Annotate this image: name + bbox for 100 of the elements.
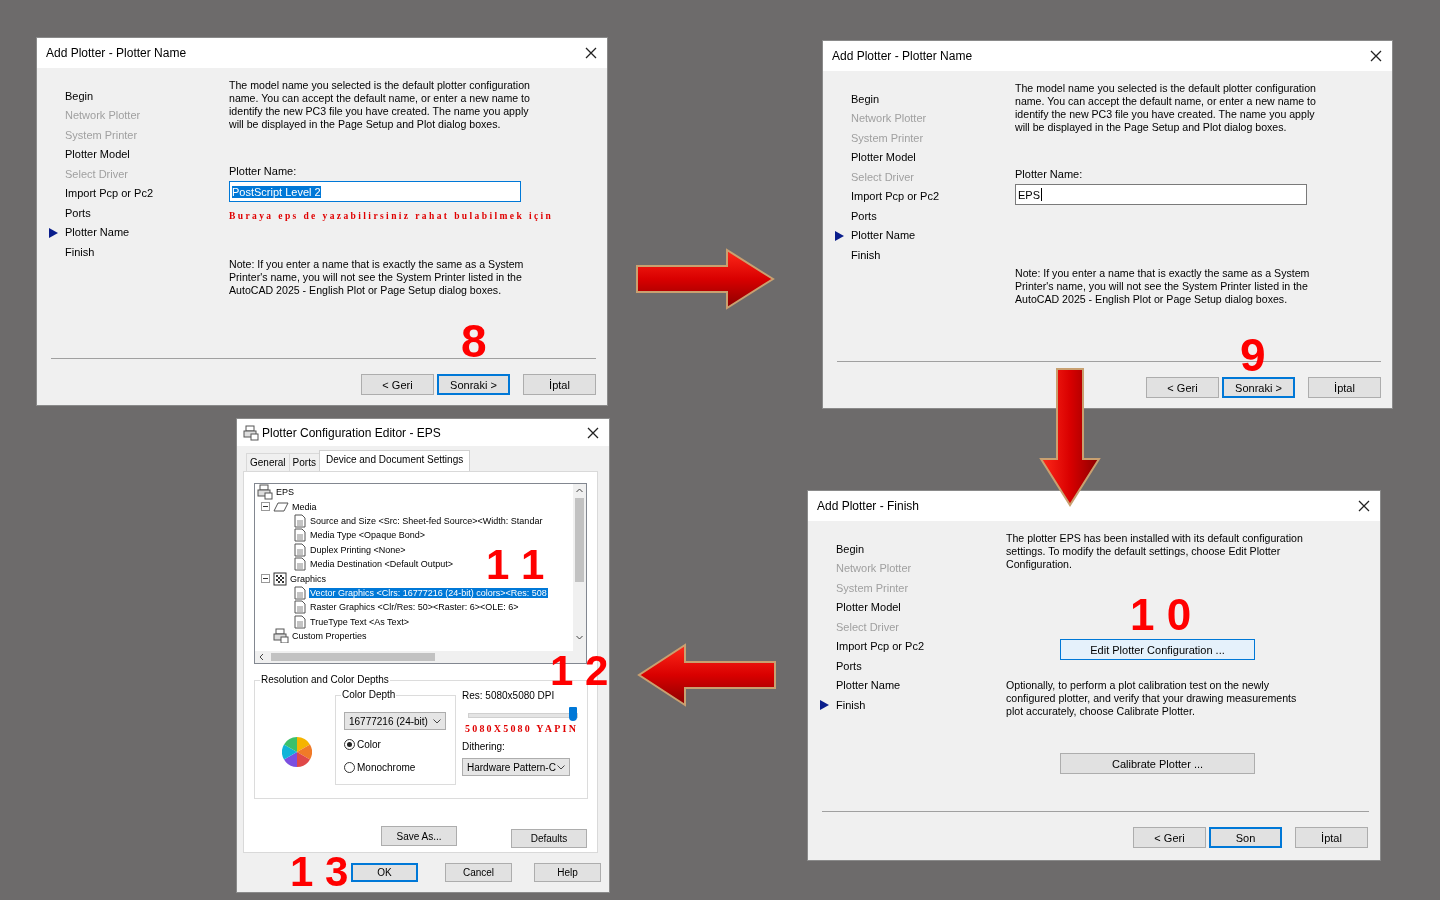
- slider-thumb[interactable]: [568, 707, 577, 721]
- tree-item[interactable]: TrueType Text <As Text>: [309, 616, 410, 627]
- step-label: Plotter Model: [836, 601, 901, 614]
- step-label: Network Plotter: [836, 562, 912, 575]
- dropdown[interactable]: Hardware Pattern-C: [462, 758, 570, 776]
- step-label: Import Pcp or Pc2: [836, 640, 925, 653]
- button[interactable]: < Geri: [1146, 377, 1219, 398]
- tree-item[interactable]: Duplex Printing <None>: [309, 544, 407, 555]
- button[interactable]: Edit Plotter Configuration ...: [1060, 639, 1255, 660]
- annotation-text: Buraya eps de yazabilirsiniz rahat bulabilmek için: [229, 211, 554, 221]
- step-label: Ports: [851, 209, 877, 222]
- button[interactable]: Save As...: [381, 826, 457, 846]
- radio-icon[interactable]: [344, 738, 355, 750]
- parallelogram-icon: [273, 500, 289, 513]
- color-wheel-icon: [282, 737, 312, 767]
- step-label: Import Pcp or Pc2: [65, 187, 154, 200]
- radio-button[interactable]: Color: [344, 737, 455, 751]
- slider[interactable]: [468, 707, 578, 721]
- button[interactable]: < Geri: [1133, 827, 1206, 848]
- radio-button[interactable]: Monochrome: [344, 760, 455, 774]
- tree-item[interactable]: Vector Graphics <Clrs: 16777216 (24-bit) colors><Res: 508: [309, 587, 548, 598]
- button[interactable]: Sonraki >: [437, 374, 510, 395]
- step-number: 1 1: [486, 544, 545, 586]
- button[interactable]: İptal: [1308, 377, 1381, 398]
- step-label: Begin: [851, 92, 880, 105]
- step-label: Network Plotter: [65, 109, 141, 122]
- step-label: Plotter Name: [836, 679, 901, 692]
- page-icon: [293, 513, 307, 528]
- button[interactable]: < Geri: [361, 374, 434, 395]
- description-text: Note: If you enter a name that is exactly the same as a System Printer's name, you will not see the System Printer listed in the AutoCAD 2025 - English Plot or Page Setup dialog boxes.: [1015, 267, 1311, 306]
- group-title: Resolution and Color Depths: [260, 674, 390, 685]
- step-number: 1 3: [290, 851, 349, 893]
- description-text: The model name you selected is the default plotter configuration name. You can accept the default name, or enter a new name to identify the new PC3 file you have created. The name you apply will be displayed in the Page Setup and Plot dialog boxes.: [1015, 82, 1317, 134]
- button[interactable]: Cancel: [445, 863, 512, 882]
- step-number: 8: [461, 318, 487, 364]
- button[interactable]: İptal: [523, 374, 596, 395]
- button[interactable]: İptal: [1295, 827, 1368, 848]
- page-icon: [293, 585, 307, 600]
- input-field[interactable]: EPS: [1015, 184, 1307, 205]
- step-label: Plotter Name: [851, 229, 916, 242]
- button[interactable]: Defaults: [511, 829, 587, 848]
- step-label: Plotter Model: [851, 151, 916, 164]
- page-icon: [293, 528, 307, 543]
- step-label: Begin: [65, 89, 94, 102]
- description-text: The plotter EPS has been installed with its default configuration settings. To modify the default settings, choose Edit Plotter Configuration.: [1006, 532, 1304, 571]
- annotation-text: 5080X5080 YAPIN: [465, 723, 579, 734]
- step-label: Select Driver: [836, 620, 899, 633]
- chevron-icon: [433, 718, 441, 724]
- description-text: Note: If you enter a name that is exactly the same as a System Printer's name, you will not see the System Printer listed in the AutoCAD 2025 - English Plot or Page Setup dialog boxes.: [229, 258, 525, 297]
- tree-item[interactable]: Custom Properties: [291, 631, 368, 642]
- field-label: Plotter Name:: [229, 165, 298, 177]
- page-icon: [293, 614, 307, 629]
- step-label: Select Driver: [851, 170, 914, 183]
- button[interactable]: Son: [1209, 827, 1282, 848]
- window-title: Add Plotter - Plotter Name: [46, 46, 188, 60]
- close-icon[interactable]: [587, 426, 599, 439]
- step-label: Begin: [836, 542, 865, 555]
- button[interactable]: Sonraki >: [1222, 377, 1295, 398]
- collapse-icon[interactable]: [261, 502, 270, 512]
- page-icon: [293, 600, 307, 615]
- step-label: Plotter Name: [65, 226, 130, 239]
- step-label: Network Plotter: [851, 112, 927, 125]
- printer-icon: [243, 424, 259, 441]
- dropdown[interactable]: 16777216 (24-bit): [344, 712, 446, 730]
- window-title: Add Plotter - Plotter Name: [832, 49, 974, 63]
- step-label: Finish: [836, 698, 866, 711]
- description-text: Optionally, to perform a plot calibration test on the newly configured plotter, and verify that your drawing measurements plot accurately, choose Calibrate Plotter.: [1006, 679, 1298, 718]
- radio-icon[interactable]: [344, 761, 355, 773]
- tree-item[interactable]: Source and Size <Src: Sheet-fed Source><Width: Standar: [309, 515, 544, 526]
- page-icon: [293, 557, 307, 572]
- tree-item[interactable]: EPS: [275, 487, 295, 498]
- tab[interactable]: Device and Document Settings: [318, 450, 471, 471]
- input-field[interactable]: PostScript Level 2: [229, 181, 521, 202]
- step-label: Select Driver: [65, 167, 128, 180]
- close-icon[interactable]: [1358, 500, 1370, 512]
- tree-item[interactable]: Media: [291, 501, 318, 512]
- group-title: Color Depth: [341, 689, 397, 700]
- resolution-label: Res: 5080x5080 DPI: [462, 690, 556, 701]
- collapse-icon[interactable]: [261, 574, 270, 584]
- step-label: Ports: [836, 659, 862, 672]
- tree-item[interactable]: Raster Graphics <Clr/Res: 50><Raster: 6><OLE: 6>: [309, 602, 520, 613]
- dithering-label: Dithering:: [462, 741, 506, 752]
- step-label: Finish: [851, 248, 881, 261]
- button[interactable]: OK: [351, 863, 418, 882]
- step-label: System Printer: [836, 581, 909, 594]
- scrollbar[interactable]: [573, 484, 586, 652]
- button[interactable]: Help: [534, 863, 601, 882]
- close-icon[interactable]: [1370, 50, 1382, 62]
- chevron-icon: [557, 764, 565, 770]
- step-label: Import Pcp or Pc2: [851, 190, 940, 203]
- tree-item[interactable]: Media Destination <Default Output>: [309, 559, 455, 570]
- button[interactable]: Calibrate Plotter ...: [1060, 753, 1255, 774]
- window-title: Add Plotter - Finish: [817, 499, 921, 513]
- tree-item[interactable]: Media Type <Opaque Bond>: [309, 530, 426, 541]
- step-label: System Printer: [851, 131, 924, 144]
- tab[interactable]: General: [246, 453, 290, 471]
- close-icon[interactable]: [585, 47, 597, 59]
- radio-label: Monochrome: [357, 761, 416, 773]
- page-icon: [293, 542, 307, 557]
- tree-item[interactable]: Graphics: [289, 573, 327, 584]
